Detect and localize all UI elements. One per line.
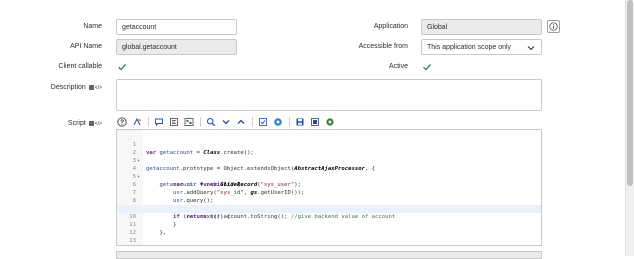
client-callable-checkbox[interactable] (117, 62, 127, 72)
info-icon (549, 22, 558, 31)
toolbar-divider (252, 117, 253, 127)
code-line: 11 }, (117, 213, 541, 236)
code-line: 8 ▾ if (usr.next()) { (117, 189, 541, 220)
format-code-icon (170, 118, 178, 126)
script-editor[interactable]: 1 var getaccount = Class.create(); 2 ▾ g… (116, 129, 542, 246)
syntax-check-icon (259, 118, 267, 126)
code-line: 3 (117, 149, 541, 164)
info-button[interactable] (547, 20, 560, 33)
description-label: Description (50, 84, 86, 91)
code-line: 1 var getaccount = Class.create(); (117, 133, 541, 156)
replace-icon (184, 118, 194, 126)
accessible-from-select[interactable]: This application scope only (421, 39, 542, 55)
toolbar-divider (200, 117, 201, 127)
toggle-comment-button[interactable] (153, 116, 165, 128)
code-line-active: 10 } (117, 205, 541, 228)
client-callable-label: Client callable (58, 63, 102, 70)
find-previous-button[interactable] (235, 116, 247, 128)
code-line: 4 ▾ getaccount: function() { (117, 157, 541, 188)
help-button[interactable] (116, 116, 128, 128)
script-assist-button[interactable] (131, 116, 143, 128)
active-checkbox[interactable] (422, 62, 432, 72)
next-field (116, 251, 542, 259)
save-button[interactable] (294, 116, 306, 128)
comment-icon (155, 118, 163, 127)
code-line: 6 usr.addQuery("sys_id", gs.getUserID())… (117, 173, 541, 196)
code-line: 9 return usr.account.toString(); //give … (117, 197, 541, 220)
code-line: 7 usr.query(); (117, 181, 541, 204)
line-number: 14 (117, 245, 136, 246)
name-label: Name (83, 23, 102, 30)
theme-icon (326, 118, 334, 126)
replace-button[interactable] (183, 116, 195, 128)
find-next-button[interactable] (220, 116, 232, 128)
code-line: 13 type: 'getaccount' (117, 229, 541, 244)
chevron-up-icon (237, 119, 245, 124)
name-input[interactable]: getaccount (116, 19, 237, 35)
chevron-down-icon (527, 46, 535, 51)
toolbar-divider (148, 117, 149, 127)
api-name-label: API Name (70, 43, 102, 50)
save-icon (296, 118, 304, 126)
script-label: Script (67, 120, 86, 127)
field-status-icon (88, 120, 94, 126)
application-label: Application (373, 23, 408, 30)
script-debugger-button[interactable] (272, 116, 284, 128)
toolbar-divider (289, 117, 290, 127)
code-line: 2 ▾ getaccount.prototype = Object.extend… (117, 141, 541, 172)
help-icon (117, 117, 127, 127)
code-line: 5 var usr = new GlideRecord("sys_user"); (117, 165, 541, 188)
script-toolbar (116, 115, 339, 129)
scrollbar-thumb[interactable] (627, 0, 633, 186)
search-button[interactable] (205, 116, 217, 128)
description-label-row: Description </> (30, 83, 102, 93)
code-field-icon: </> (94, 85, 102, 91)
chevron-down-icon (222, 120, 230, 125)
page-scrollbar[interactable] (625, 0, 634, 256)
description-textarea[interactable] (116, 79, 542, 111)
application-field: Global (421, 19, 542, 35)
api-name-field: global.getaccount (116, 39, 237, 55)
script-assist-icon (133, 117, 141, 126)
script-label-row: Script </> (30, 119, 102, 129)
accessible-from-value: This application scope only (427, 43, 512, 51)
search-icon (206, 117, 216, 127)
accessible-from-label: Accessible from (358, 43, 408, 50)
fullscreen-button[interactable] (309, 116, 321, 128)
syntax-check-button[interactable] (257, 116, 269, 128)
format-code-button[interactable] (168, 116, 180, 128)
code-line: 12 (117, 221, 541, 236)
field-status-icon (88, 84, 94, 90)
fullscreen-icon (311, 118, 319, 126)
debugger-icon (274, 118, 282, 126)
theme-button[interactable] (324, 116, 336, 128)
active-label: Active (388, 63, 408, 70)
code-field-icon: </> (94, 121, 102, 127)
code-line: 14 }); (117, 237, 541, 245)
